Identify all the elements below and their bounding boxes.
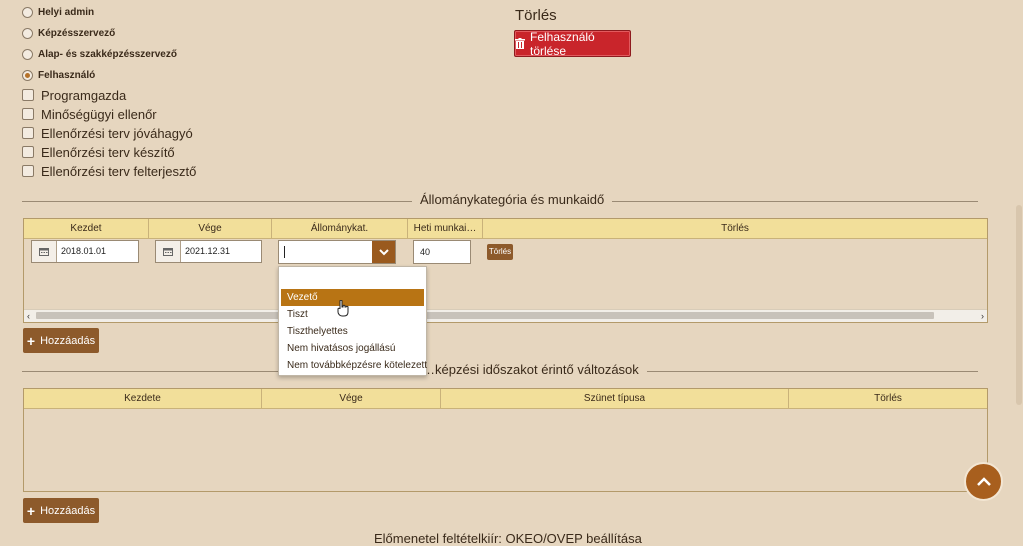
- weekly-hours-input[interactable]: 40: [413, 240, 471, 264]
- perm-label: Programgazda: [41, 87, 127, 103]
- checkbox[interactable]: [22, 108, 34, 120]
- start-date-value: 2018.01.01: [61, 246, 107, 256]
- role-radio-felhasznalo[interactable]: Felhasználó: [22, 67, 95, 83]
- staff-section-title: Állománykategória és munkaidő: [412, 192, 613, 207]
- break-table-header: Kezdete Vége Szünet típusa Törlés: [24, 389, 987, 409]
- add-label: Hozzáadás: [40, 334, 96, 347]
- perm-checkbox-felterjeszto[interactable]: Ellenőrzési terv felterjesztő: [22, 162, 196, 180]
- col-torles[interactable]: Törlés: [483, 219, 987, 238]
- horizontal-scrollbar[interactable]: ‹ ›: [24, 309, 987, 322]
- col-szunet-tipusa[interactable]: Szünet típusa: [441, 389, 789, 408]
- role-radio-alap-szakkepzes[interactable]: Alap- és szakképzésszervező: [22, 46, 177, 62]
- plus-icon: +: [26, 502, 36, 519]
- perm-checkbox-keszito[interactable]: Ellenőrzési terv készítő: [22, 143, 175, 161]
- staff-table: Kezdet Vége Állománykat. Heti munkai… Tö…: [23, 218, 988, 323]
- staff-table-header: Kezdet Vége Állománykat. Heti munkai… Tö…: [24, 219, 987, 239]
- start-date-field[interactable]: 2018.01.01: [31, 240, 139, 263]
- delete-user-button[interactable]: Felhasználó törlése: [514, 29, 631, 58]
- page-scroll-thumb[interactable]: [1016, 205, 1022, 405]
- radio-button[interactable]: [22, 48, 33, 60]
- radio-button[interactable]: [22, 6, 33, 18]
- perm-checkbox-programgazda[interactable]: Programgazda: [22, 86, 126, 104]
- calendar-icon[interactable]: [156, 241, 181, 262]
- add-staff-button[interactable]: + Hozzáadás: [23, 328, 99, 353]
- role-label: Képzésszervező: [38, 27, 116, 39]
- col-vege[interactable]: Vége: [149, 219, 272, 238]
- dropdown-option-nem-hivatasos[interactable]: Nem hivatásos jogállású: [281, 340, 424, 357]
- delete-user-label: Felhasználó törlése: [530, 29, 595, 58]
- perm-label: Ellenőrzési terv készítő: [41, 144, 175, 160]
- break-section-heading: …képzési időszakot érintő változások: [22, 362, 978, 380]
- text-caret: [284, 246, 285, 258]
- perm-label: Minőségügyi ellenőr: [41, 106, 157, 122]
- col-allomanykat[interactable]: Állománykat.: [272, 219, 408, 238]
- checkbox[interactable]: [22, 127, 34, 139]
- role-label: Alap- és szakképzésszervező: [38, 48, 177, 60]
- scroll-right-icon[interactable]: ›: [981, 310, 984, 322]
- col-heti-munkaido[interactable]: Heti munkai…: [408, 219, 483, 238]
- role-radio-kepzesszervezo[interactable]: Képzésszervező: [22, 25, 115, 41]
- role-label: Felhasználó: [38, 69, 96, 81]
- scroll-thumb[interactable]: [36, 312, 934, 319]
- role-label: Helyi admin: [38, 6, 95, 18]
- scroll-left-icon[interactable]: ‹: [27, 310, 30, 322]
- end-date-field[interactable]: 2021.12.31: [155, 240, 262, 263]
- hand-cursor-icon: [337, 299, 349, 322]
- row-delete-button[interactable]: Törlés: [487, 244, 513, 260]
- delete-section-title: Törlés: [515, 7, 557, 24]
- add-label: Hozzáadás: [40, 504, 96, 517]
- checkbox[interactable]: [22, 146, 34, 158]
- dropdown-option-vezeto[interactable]: Vezető: [281, 289, 424, 306]
- dropdown-option-nem-tovabbkepzesre[interactable]: Nem továbbképzésre kötelezett: [281, 357, 427, 374]
- calendar-icon[interactable]: [32, 241, 57, 262]
- plus-icon: +: [26, 332, 36, 349]
- col-kezdet[interactable]: Kezdet: [24, 219, 149, 238]
- perm-label: Ellenőrzési terv jóváhagyó: [41, 125, 193, 141]
- role-radio-helyi-admin[interactable]: Helyi admin: [22, 4, 94, 20]
- scroll-to-top-button[interactable]: [964, 462, 1003, 501]
- col-torles[interactable]: Törlés: [789, 389, 987, 408]
- perm-checkbox-jovahagyo[interactable]: Ellenőrzési terv jóváhagyó: [22, 124, 193, 142]
- category-dropdown-list: Vezető Tiszt Tiszthelyettes Nem hivatáso…: [278, 266, 427, 376]
- break-section-title: …képzési időszakot érintő változások: [414, 362, 647, 377]
- radio-button[interactable]: [22, 27, 33, 39]
- category-combobox[interactable]: [278, 240, 396, 264]
- col-kezdete[interactable]: Kezdete: [24, 389, 262, 408]
- page-scrollbar[interactable]: [1015, 0, 1023, 539]
- trash-icon: [515, 38, 525, 49]
- end-date-value: 2021.12.31: [185, 246, 231, 256]
- perm-checkbox-minosegugyi[interactable]: Minőségügyi ellenőr: [22, 105, 157, 123]
- chevron-up-icon: [976, 476, 991, 486]
- checkbox[interactable]: [22, 165, 34, 177]
- chevron-down-icon[interactable]: [372, 241, 395, 263]
- radio-button-selected[interactable]: [22, 69, 33, 81]
- staff-section-heading: Állománykategória és munkaidő: [22, 192, 978, 210]
- add-break-button[interactable]: + Hozzáadás: [23, 498, 99, 523]
- break-table: Kezdete Vége Szünet típusa Törlés: [23, 388, 988, 492]
- dropdown-option-tiszt[interactable]: Tiszt: [281, 306, 424, 323]
- perm-label: Ellenőrzési terv felterjesztő: [41, 163, 197, 179]
- col-vege[interactable]: Vége: [262, 389, 441, 408]
- dropdown-option-tiszthelyettes[interactable]: Tiszthelyettes: [281, 323, 424, 340]
- checkbox[interactable]: [22, 89, 34, 101]
